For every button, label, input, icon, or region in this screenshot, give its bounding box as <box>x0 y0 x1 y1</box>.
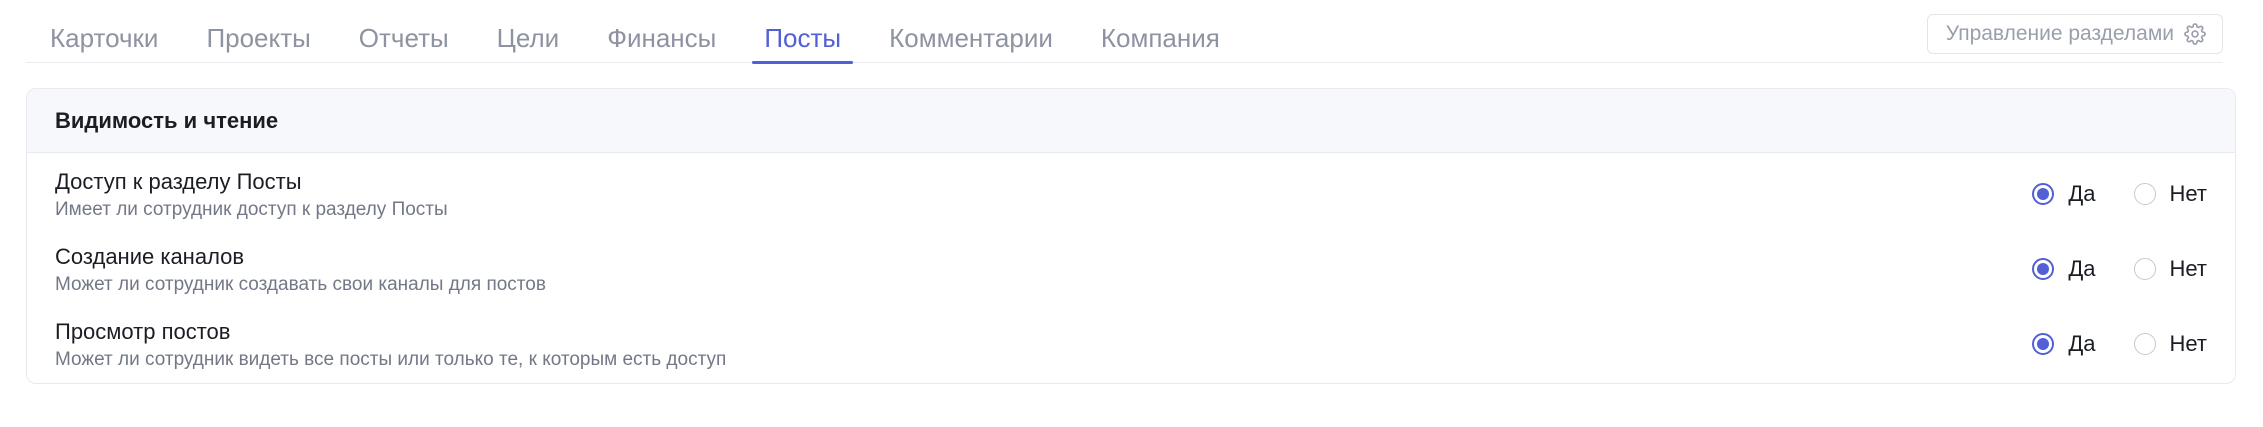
tab-posts[interactable]: Посты <box>740 0 865 64</box>
radio-option-no[interactable]: Нет <box>2133 256 2207 282</box>
setting-description: Может ли сотрудник создавать свои каналы… <box>55 274 546 295</box>
manage-sections-label: Управление разделами <box>1945 22 2174 45</box>
tab-cards[interactable]: Карточки <box>26 0 182 63</box>
setting-title: Доступ к разделу Посты <box>55 169 302 194</box>
radio-label-yes: Да <box>2068 256 2096 281</box>
settings-page: Карточки Проекты Отчеты Цели Финансы Пос… <box>0 0 2263 427</box>
radio-button-yes[interactable] <box>2032 258 2055 280</box>
radio-button-yes[interactable] <box>2032 333 2055 355</box>
card-title: Видимость и чтение <box>27 89 2235 153</box>
section-tabs: Карточки Проекты Отчеты Цели Финансы Пос… <box>26 0 1244 64</box>
setting-title: Создание каналов <box>55 244 245 269</box>
setting-row-posts-view: Просмотр постов Может ли сотрудник видет… <box>27 317 2235 383</box>
radio-option-no[interactable]: Нет <box>2133 181 2207 207</box>
setting-description: Может ли сотрудник видеть все посты или … <box>55 349 727 370</box>
tab-reports[interactable]: Отчеты <box>335 0 473 63</box>
tab-company[interactable]: Компания <box>1077 0 1244 63</box>
radio-option-no[interactable]: Нет <box>2133 331 2207 357</box>
radio-button-no[interactable] <box>2133 333 2156 355</box>
gear-icon <box>2184 23 2206 45</box>
radio-label-yes: Да <box>2068 181 2096 206</box>
radio-option-yes[interactable]: Да <box>2032 181 2096 207</box>
tab-projects[interactable]: Проекты <box>182 0 334 63</box>
yes-no-radio-group: Да Нет <box>2032 181 2207 207</box>
radio-label-no: Нет <box>2169 181 2207 206</box>
radio-button-no[interactable] <box>2133 183 2156 205</box>
setting-description: Имеет ли сотрудник доступ к разделу Пост… <box>55 199 448 220</box>
visibility-settings-card: Видимость и чтение Доступ к разделу Пост… <box>26 88 2236 384</box>
tab-goals[interactable]: Цели <box>473 0 584 63</box>
section-tabs-bar: Карточки Проекты Отчеты Цели Финансы Пос… <box>26 0 2223 64</box>
radio-label-yes: Да <box>2068 331 2096 356</box>
tab-comments[interactable]: Комментарии <box>865 0 1077 63</box>
radio-button-no[interactable] <box>2133 258 2156 280</box>
yes-no-radio-group: Да Нет <box>2032 331 2207 357</box>
radio-label-no: Нет <box>2169 331 2207 356</box>
tab-finance[interactable]: Финансы <box>583 0 740 63</box>
setting-title: Просмотр постов <box>55 319 231 344</box>
manage-sections-button[interactable]: Управление разделами <box>1926 14 2223 54</box>
setting-row-channel-creation: Создание каналов Может ли сотрудник созд… <box>27 242 2235 312</box>
setting-row-posts-access: Доступ к разделу Посты Имеет ли сотрудни… <box>27 167 2235 237</box>
radio-label-no: Нет <box>2169 256 2207 281</box>
yes-no-radio-group: Да Нет <box>2032 256 2207 282</box>
radio-option-yes[interactable]: Да <box>2032 331 2096 357</box>
radio-button-yes[interactable] <box>2032 183 2055 205</box>
radio-option-yes[interactable]: Да <box>2032 256 2096 282</box>
